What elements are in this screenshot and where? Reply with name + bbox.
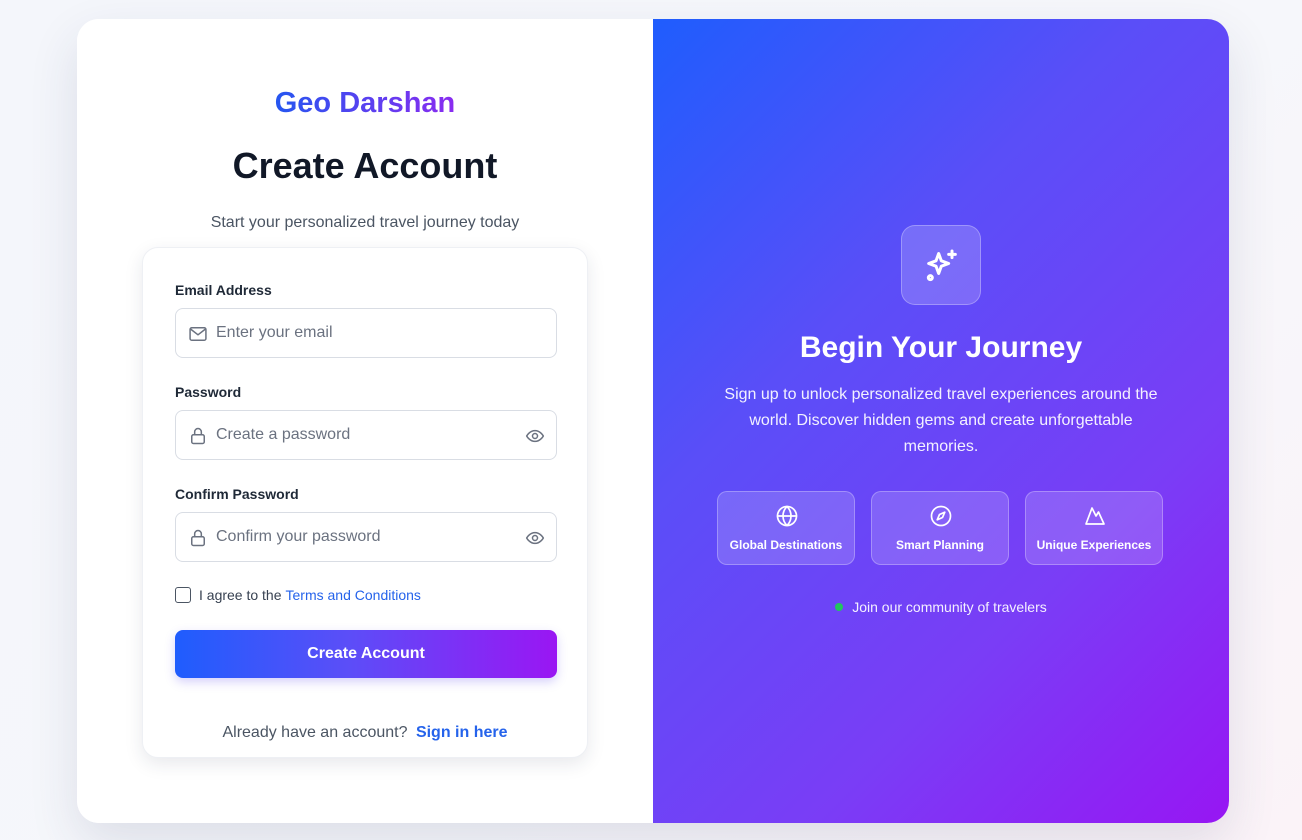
globe-icon: [776, 505, 798, 527]
lock-icon: [191, 529, 205, 547]
community-text: Join our community of travelers: [852, 599, 1047, 615]
email-field[interactable]: [216, 309, 516, 357]
email-label: Email Address: [175, 282, 272, 298]
confirm-password-field[interactable]: [216, 513, 516, 561]
page-title: Create Account: [232, 145, 498, 186]
sparkles-badge: [901, 225, 981, 305]
compass-icon: [930, 505, 952, 527]
feature-label: Smart Planning: [895, 538, 984, 552]
brand-logo: Geo Darshan: [274, 87, 456, 119]
signup-card: Geo Darshan Create Account Start your pe…: [77, 19, 1229, 823]
signup-form: Email Address Password: [142, 247, 588, 758]
signin-prompt-text: Already have an account?: [222, 724, 408, 741]
show-confirm-password-icon[interactable]: [525, 528, 545, 548]
confirm-password-label: Confirm Password: [175, 486, 299, 502]
page-subtitle: Start your personalized travel journey t…: [210, 214, 520, 231]
status-dot: [835, 603, 844, 611]
password-field-wrapper: [175, 410, 557, 460]
mail-icon: [189, 327, 207, 341]
terms-checkbox[interactable]: [175, 587, 191, 603]
signup-panel: Geo Darshan Create Account Start your pe…: [77, 19, 653, 823]
feature-card-global-destinations: Global Destinations: [717, 491, 855, 565]
password-field[interactable]: [216, 411, 516, 459]
community-note: Join our community of travelers: [653, 599, 1229, 615]
feature-label: Unique Experiences: [1036, 538, 1152, 552]
promo-title: Begin Your Journey: [799, 331, 1083, 364]
promo-description: Sign up to unlock personalized travel ex…: [724, 386, 1158, 455]
promo-panel: Begin Your Journey Sign up to unlock per…: [653, 19, 1229, 823]
feature-list: Global Destinations Smart Planning Uniqu…: [717, 491, 1163, 565]
show-password-icon[interactable]: [525, 426, 545, 446]
email-field-wrapper: [175, 308, 557, 358]
feature-card-smart-planning: Smart Planning: [871, 491, 1009, 565]
mountain-icon: [1085, 507, 1105, 525]
create-account-button[interactable]: Create Account: [175, 630, 557, 678]
feature-card-unique-experiences: Unique Experiences: [1025, 491, 1163, 565]
signin-link[interactable]: Sign in here: [416, 724, 508, 741]
terms-agreement: I agree to the Terms and Conditions: [175, 587, 421, 603]
password-label: Password: [175, 384, 242, 400]
signin-prompt: Already have an account? Sign in here: [143, 724, 587, 742]
confirm-password-field-wrapper: [175, 512, 557, 562]
terms-link[interactable]: Terms and Conditions: [286, 587, 421, 603]
lock-icon: [191, 427, 205, 445]
sparkles-icon: [926, 249, 957, 282]
terms-agree-text: I agree to the: [199, 587, 282, 603]
feature-label: Global Destinations: [729, 538, 843, 552]
